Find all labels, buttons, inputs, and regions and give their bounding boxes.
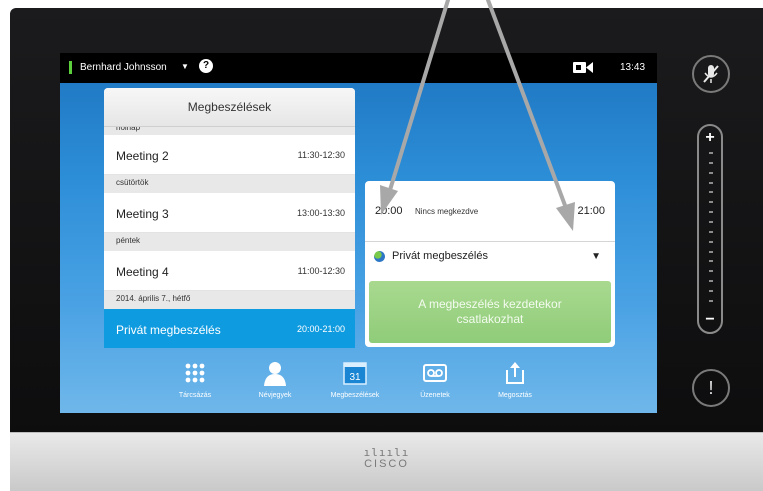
presence-indicator — [69, 61, 72, 74]
meeting-time: 11:00-12:30 — [297, 266, 345, 276]
day-header-label: csütörtök — [116, 178, 149, 187]
microphone-mute-button[interactable] — [692, 55, 730, 93]
meeting-name: Meeting 4 — [116, 265, 169, 279]
bottom-dock: Tárcsázás Névjegyek 31 Megbeszélések Üze… — [160, 358, 560, 410]
dock-item-messages[interactable]: Üzenetek — [400, 358, 470, 399]
help-icon[interactable]: ? — [199, 59, 213, 73]
microphone-mute-icon — [703, 65, 719, 83]
cisco-logo-bars: ılıılı — [363, 446, 410, 459]
share-icon — [506, 362, 524, 384]
divider — [365, 241, 615, 242]
clock: 13:43 — [620, 62, 646, 73]
dock-item-meetings[interactable]: 31 Megbeszélések — [320, 358, 390, 399]
dock-label: Üzenetek — [420, 392, 450, 399]
join-button-line2: csatlakozhat — [456, 312, 524, 326]
meeting-row-private-meeting[interactable]: Privát megbeszélés 20:00-21:00 — [104, 309, 355, 348]
user-name[interactable]: Bernhard Johnsson — [80, 62, 167, 73]
user-menu-chevron-down-icon[interactable]: ▼ — [181, 62, 189, 71]
touch-screen: Bernhard Johnsson ▼ ? 13:43 Megbeszélése… — [60, 53, 657, 413]
day-header-label: péntek — [116, 236, 141, 245]
meeting-time: 20:00-21:00 — [296, 324, 345, 334]
meeting-name: Meeting 2 — [116, 149, 169, 163]
status-bar: Bernhard Johnsson ▼ ? 13:43 — [60, 53, 657, 83]
list-day-header: péntek — [104, 233, 355, 251]
dock-label: Névjegyek — [258, 392, 292, 399]
panel-title: Megbeszélések — [104, 88, 355, 127]
camera-icon[interactable] — [573, 61, 593, 74]
meeting-detail-panel: 20:00 Nincs megkezdve 21:00 Privát megbe… — [365, 181, 615, 347]
alert-button[interactable]: ! — [692, 369, 730, 407]
dock-item-contacts[interactable]: Névjegyek — [240, 358, 310, 399]
join-button-line1: A megbeszélés kezdetekor — [418, 297, 562, 311]
meetings-list-panel: Megbeszélések holnap Meeting 2 11:30-12:… — [104, 88, 355, 348]
meeting-end-time: 21:00 — [577, 205, 605, 217]
volume-down-button[interactable]: − — [699, 311, 721, 329]
meeting-start-time: 20:00 — [375, 205, 403, 217]
day-header-label: holnap — [116, 127, 141, 132]
keypad-icon — [185, 363, 205, 383]
volume-up-button[interactable]: + — [699, 129, 721, 147]
meeting-name: Privát megbeszélés — [116, 323, 221, 337]
volume-slider[interactable]: + − — [697, 124, 723, 334]
dock-item-dial[interactable]: Tárcsázás — [160, 358, 230, 399]
volume-level-ticks — [709, 152, 713, 302]
device-bottom-strip: ılıılı CISCO — [10, 432, 763, 491]
dock-label: Tárcsázás — [178, 392, 212, 399]
list-day-header: 2014. április 7., hétfő — [104, 291, 355, 309]
dock-item-share[interactable]: Megosztás — [480, 358, 550, 399]
day-header-label: 2014. április 7., hétfő — [116, 294, 191, 303]
cisco-logo: ılıılı CISCO — [10, 447, 763, 470]
dock-label: Megbeszélések — [330, 392, 380, 399]
meeting-time: 11:30-12:30 — [297, 150, 345, 160]
join-meeting-button[interactable]: A megbeszélés kezdetekor csatlakozhat — [369, 281, 611, 343]
meeting-row-meeting-4[interactable]: Meeting 4 11:00-12:30 — [104, 251, 355, 291]
chevron-down-icon[interactable]: ▼ — [591, 251, 601, 262]
dock-label: Megosztás — [498, 392, 532, 399]
meeting-time: 13:00-13:30 — [296, 208, 345, 218]
list-day-header-cut: holnap — [104, 127, 355, 135]
meeting-row-meeting-2[interactable]: Meeting 2 11:30-12:30 — [104, 135, 355, 175]
cisco-logo-text: CISCO — [364, 458, 409, 470]
globe-icon — [374, 251, 385, 262]
touch-panel-device: ılıılı CISCO + − ! Bernhard Johnsson ▼ ? — [0, 0, 763, 491]
calendar-icon: 31 — [343, 362, 367, 385]
calendar-date: 31 — [349, 372, 361, 383]
meeting-row-meeting-3[interactable]: Meeting 3 13:00-13:30 — [104, 193, 355, 233]
meeting-name: Meeting 3 — [116, 207, 169, 221]
privacy-selector-label[interactable]: Privát megbeszélés — [392, 250, 488, 262]
meeting-status: Nincs megkezdve — [415, 207, 479, 216]
voicemail-icon — [423, 364, 447, 382]
contacts-icon — [264, 362, 286, 386]
list-day-header: csütörtök — [104, 175, 355, 193]
